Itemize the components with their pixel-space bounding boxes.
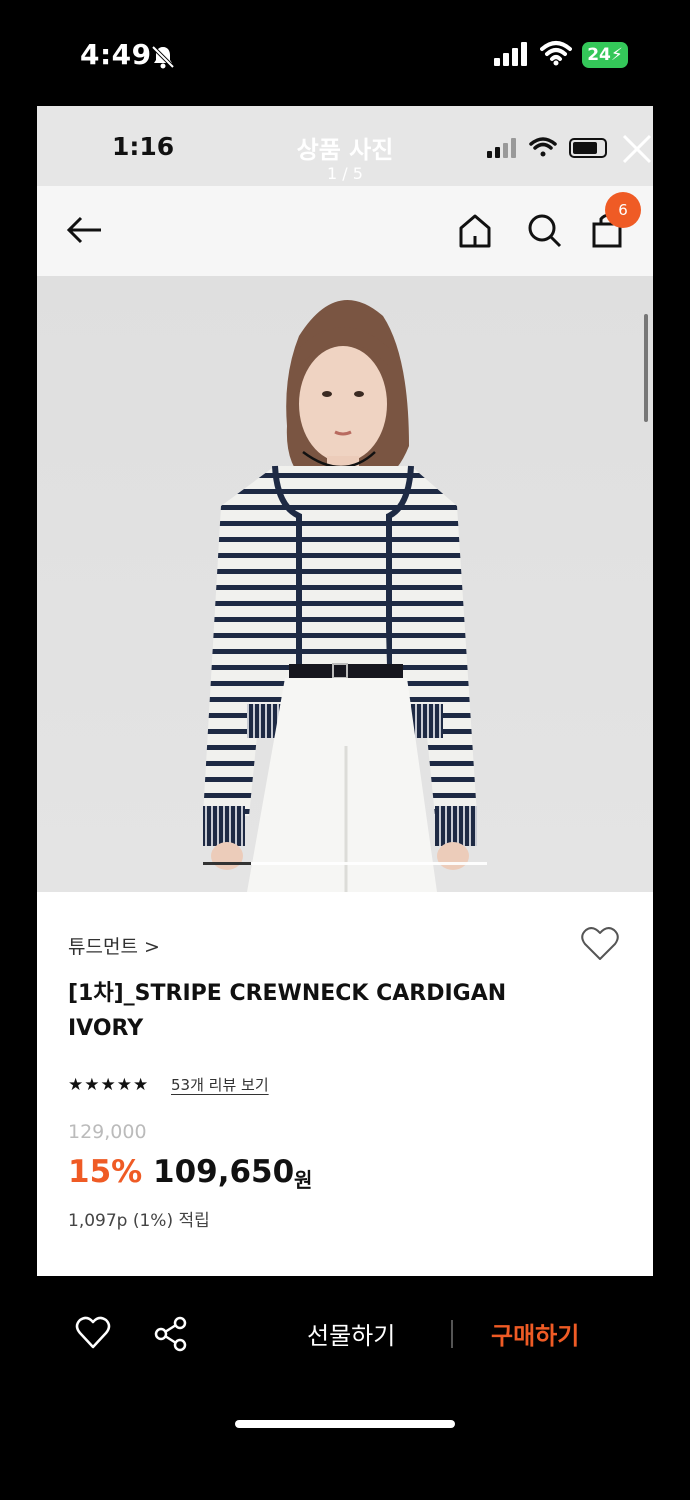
share-icon[interactable] [153, 1316, 189, 1356]
product-photo[interactable] [37, 276, 653, 892]
gift-button[interactable]: 선물하기 [307, 1316, 395, 1351]
product-info: 튜드먼트 > [1차]_STRIPE CREWNECK CARDIGAN IVO… [37, 892, 653, 1276]
device-status-bar: 4:49 24⚡ [0, 0, 690, 106]
rating-stars: ★★★★★ [68, 1075, 150, 1095]
wifi-icon [540, 40, 572, 70]
search-icon[interactable] [525, 208, 565, 256]
home-indicator[interactable] [235, 1420, 455, 1428]
signal-icon [487, 138, 519, 162]
viewer-title: 상품 사진 [296, 136, 394, 164]
model-illustration [203, 300, 477, 892]
battery-icon [569, 138, 607, 158]
signal-icon [494, 42, 530, 70]
brand-link[interactable]: 튜드먼트 > [68, 932, 160, 959]
app-nav-bar: 6 [37, 186, 653, 276]
photo-viewer-header: 1:16 상품 사진 1 / 5 [37, 106, 653, 186]
bell-muted-icon [150, 44, 176, 74]
app-screen: 1:16 상품 사진 1 / 5 6 튜드먼트 > [1차]_STRIPE CR… [37, 106, 653, 1276]
reward-points: 1,097p (1%) 적립 [68, 1211, 210, 1231]
original-price: 129,000 [68, 1121, 147, 1143]
photo-progress-track [203, 862, 487, 865]
cart-count-badge: 6 [605, 192, 641, 228]
wifi-icon [529, 136, 557, 162]
reviews-link[interactable]: 53개 리뷰 보기 [171, 1074, 269, 1095]
close-icon[interactable] [620, 132, 653, 166]
device-time: 4:49 [80, 38, 152, 71]
product-name: [1차]_STRIPE CREWNECK CARDIGAN IVORY [68, 981, 507, 1041]
battery-level: 24 [587, 45, 611, 65]
battery-indicator: 24⚡ [582, 42, 628, 68]
bar-divider [451, 1320, 453, 1348]
photo-scrollbar[interactable] [644, 314, 648, 422]
discount-rate: 15% [68, 1154, 143, 1190]
heart-icon[interactable] [580, 926, 620, 966]
home-icon[interactable] [457, 208, 493, 256]
sale-price: 109,650 [153, 1154, 295, 1190]
currency-unit: 원 [294, 1168, 313, 1192]
wishlist-heart-icon[interactable] [75, 1316, 111, 1354]
back-arrow-icon[interactable] [65, 208, 105, 256]
buy-button[interactable]: 구매하기 [491, 1316, 579, 1351]
viewer-counter: 1 / 5 [327, 164, 363, 183]
photo-progress-fill [203, 862, 252, 865]
